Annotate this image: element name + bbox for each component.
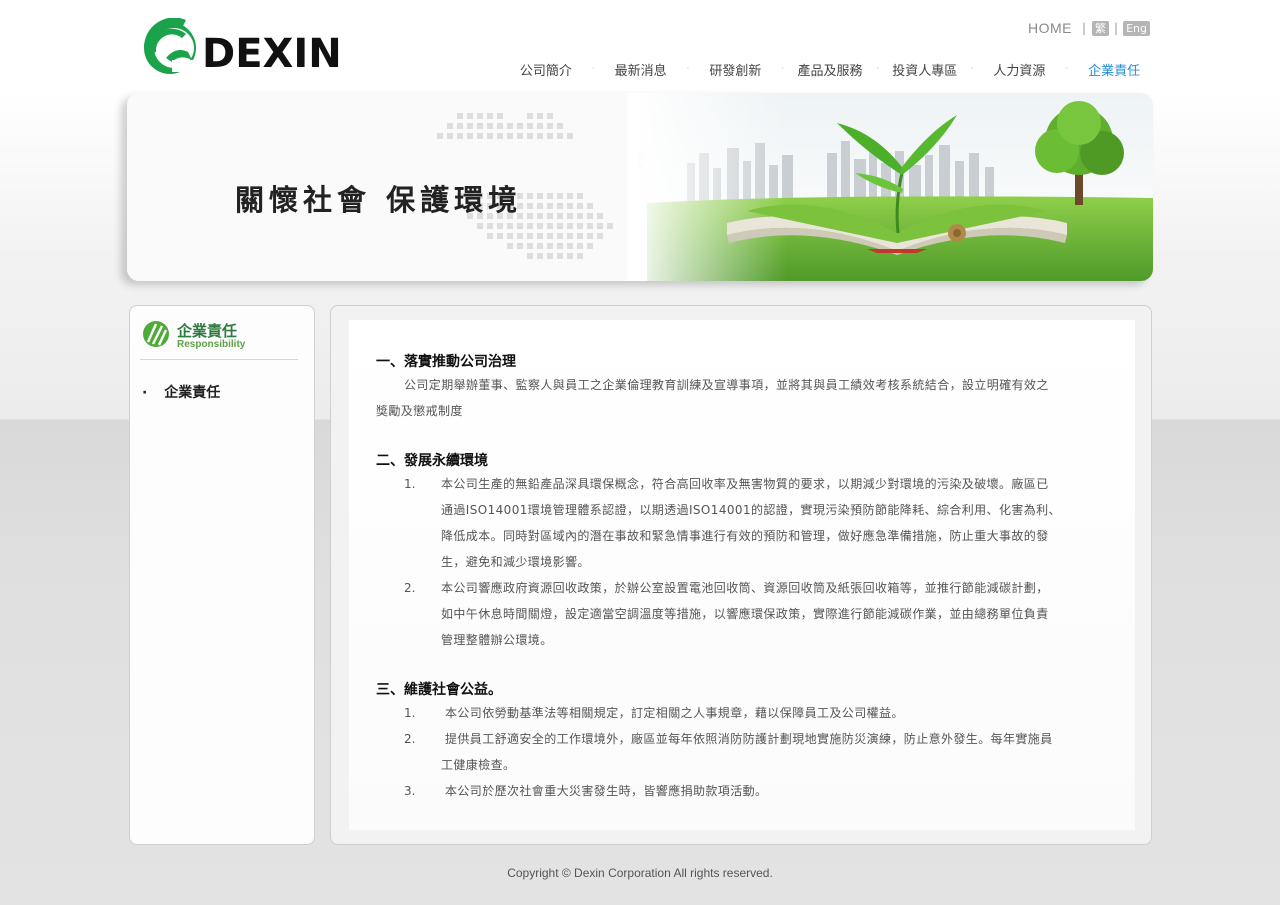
content-area: 一、落實推動公司治理 公司定期舉辦董事、監察人與員工之企業倫理教育訓練及宣導事項… xyxy=(349,320,1135,830)
nav-item-csr[interactable]: 企業責任 xyxy=(1068,60,1160,79)
list-item-line: 本公司生產的無鉛產品深具環保概念，符合高回收率及無害物質的要求，以期減少對環境的… xyxy=(441,477,1049,491)
leaf-icon xyxy=(143,321,169,347)
home-link[interactable]: HOME xyxy=(1028,20,1072,36)
list-number: 1. xyxy=(404,477,416,491)
list-number: 3. xyxy=(404,784,416,798)
section-paragraph: 獎勵及懲戒制度 xyxy=(376,404,463,418)
list-number: 2. xyxy=(404,581,416,595)
section-title: 三、維護社會公益。 xyxy=(376,682,502,698)
top-links: HOME | 繁 | Eng xyxy=(1028,18,1150,38)
sidebar: 企業責任 Responsibility · 企業責任 xyxy=(129,305,315,845)
list-item-line: 如中午休息時間關燈，設定適當空調溫度等措施，以響應環保政策，實際進行節能減碳作業… xyxy=(441,607,1049,621)
list-item-line: 提供員工舒適安全的工作環境外，廠區並每年依照消防防護計劃現地實施防災演練，防止意… xyxy=(445,732,1053,746)
lang-english-button[interactable]: Eng xyxy=(1123,20,1150,36)
hero-banner: 關懷社會 保護環境 xyxy=(127,93,1153,281)
nav-item-hr[interactable]: 人力資源 xyxy=(974,60,1066,79)
divider: | xyxy=(1082,21,1087,35)
banner-title: 關懷社會 保護環境 xyxy=(235,183,523,217)
nav-item-investors[interactable]: 投資人專區 xyxy=(879,60,971,79)
divider: | xyxy=(1114,21,1119,35)
dexin-logo[interactable]: DEXIN xyxy=(142,17,352,77)
list-item-line: 降低成本。同時對區域內的潛在事故和緊急情事進行有效的預防和管理，做好應急準備措施… xyxy=(441,529,1049,543)
main-panel: 一、落實推動公司治理 公司定期舉辦董事、監察人與員工之企業倫理教育訓練及宣導事項… xyxy=(330,305,1152,845)
bullet: · xyxy=(142,385,148,401)
footer-copyright: Copyright © Dexin Corporation All rights… xyxy=(507,866,773,880)
list-item-line: 管理整體辦公環境。 xyxy=(441,633,553,647)
section-title: 一、落實推動公司治理 xyxy=(376,354,516,370)
list-number: 1. xyxy=(404,706,416,720)
main-nav: 公司簡介 · 最新消息 · 研發創新 · 產品及服務 · 投資人專區 · 人力資… xyxy=(500,60,1160,79)
section-title: 二、發展永續環境 xyxy=(376,453,488,469)
nav-item-news[interactable]: 最新消息 xyxy=(595,60,687,79)
lang-traditional-chinese-button[interactable]: 繁 xyxy=(1092,20,1110,36)
list-number: 2. xyxy=(404,732,416,746)
nav-item-rnd[interactable]: 研發創新 xyxy=(689,60,781,79)
nav-item-products[interactable]: 產品及服務 xyxy=(784,60,876,79)
dexin-logo-mark-icon xyxy=(143,17,202,74)
list-item-line: 生，避免和減少環境影響。 xyxy=(441,555,590,569)
nav-item-about[interactable]: 公司簡介 xyxy=(500,60,592,79)
list-item-line: 通過ISO14001環境管理體系認證，以期透過ISO14001的認證，實現污染預… xyxy=(441,503,1061,517)
list-item-line: 本公司依勞動基準法等相關規定，訂定相關之人事規章，藉以保障員工及公司權益。 xyxy=(445,706,904,720)
sidebar-item-label: 企業責任 xyxy=(164,385,221,401)
sidebar-item-csr[interactable]: · 企業責任 xyxy=(142,382,220,402)
sidebar-subtitle: Responsibility xyxy=(177,339,246,350)
sidebar-title: 企業責任 xyxy=(177,322,238,340)
list-item-line: 本公司響應政府資源回收政策，於辦公室設置電池回收筒、資源回收筒及紙張回收箱等，並… xyxy=(441,581,1049,595)
sidebar-header: 企業責任 Responsibility xyxy=(140,316,298,360)
list-item-line: 本公司於歷次社會重大災害發生時，皆響應捐助款項活動。 xyxy=(445,784,768,798)
list-item-line: 工健康檢查。 xyxy=(441,758,516,772)
snail-icon xyxy=(948,224,966,242)
logo-wordmark: DEXIN xyxy=(202,31,342,77)
section-paragraph: 公司定期舉辦董事、監察人與員工之企業倫理教育訓練及宣導事項，並將其與員工績效考核… xyxy=(404,378,1049,392)
